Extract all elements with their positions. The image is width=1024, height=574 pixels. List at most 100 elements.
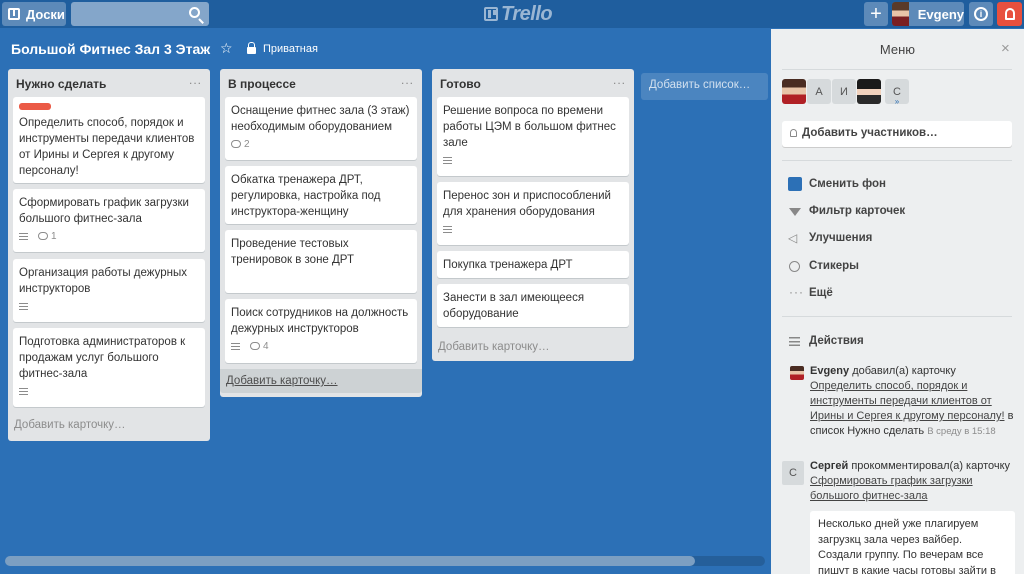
description-icon <box>443 156 452 166</box>
member-avatar-photo[interactable] <box>857 79 881 104</box>
activity-action: добавил(а) карточку <box>852 365 956 377</box>
list-menu-icon[interactable]: ... <box>189 73 202 87</box>
person-icon <box>790 129 797 137</box>
menu-item-powerups[interactable]: Улучшения <box>809 232 872 244</box>
menu-item-more[interactable]: Ещё <box>809 287 833 299</box>
more-dots-icon: ··· <box>789 285 804 299</box>
activity-avatar[interactable] <box>790 366 804 380</box>
activity-timestamp[interactable]: В среду в 15:18 <box>927 426 995 437</box>
menu-item-stickers[interactable]: Стикеры <box>809 260 859 272</box>
filter-icon <box>789 208 801 216</box>
megaphone-icon: ◁ <box>788 231 798 245</box>
user-menu-button[interactable]: Evgeny <box>892 2 964 26</box>
add-list-button[interactable]: Добавить список… <box>641 73 768 100</box>
trello-logo-icon <box>484 7 498 21</box>
activity-action: прокомментировал(а) карточку <box>851 460 1011 472</box>
activity-user[interactable]: Сергей <box>810 460 848 472</box>
card[interactable]: Решение вопроса по времени работы ЦЭМ в … <box>437 97 629 176</box>
activity-card-link[interactable]: Сформировать график загрузки большого фи… <box>810 475 973 502</box>
comment-icon <box>250 342 260 351</box>
notifications-button[interactable] <box>997 2 1022 26</box>
divider <box>782 160 1012 161</box>
horizontal-scrollbar-thumb[interactable] <box>5 556 695 566</box>
red-label <box>19 103 51 110</box>
card[interactable]: Перенос зон и приспособлений для хранени… <box>437 182 629 245</box>
card-title: Покупка тренажера ДРТ <box>443 259 573 271</box>
comment-count: 1 <box>51 231 57 242</box>
card[interactable]: Занести в зал имеющееся оборудование <box>437 284 629 327</box>
menu-item-change-background[interactable]: Сменить фон <box>809 178 886 190</box>
member-initial: С <box>893 85 901 98</box>
search-icon[interactable] <box>189 7 200 18</box>
activity-icon <box>789 337 800 346</box>
card-title: Оснащение фитнес зала (3 этаж) необходим… <box>231 105 410 133</box>
card[interactable]: Подготовка администраторов к продажам ус… <box>13 328 205 407</box>
add-card-link[interactable]: Добавить карточку… <box>14 419 126 431</box>
add-members-button[interactable]: Добавить участников… <box>782 121 1012 147</box>
board-menu-sidebar: Меню × А И С» Добавить участников… Смени… <box>771 29 1024 574</box>
card-title: Проведение тестовых тренировок в зоне ДР… <box>231 238 354 266</box>
add-button[interactable]: + <box>864 2 888 26</box>
card[interactable]: Покупка тренажера ДРТ <box>437 251 629 278</box>
menu-item-filter[interactable]: Фильтр карточек <box>809 205 905 217</box>
activity-user[interactable]: Evgeny <box>810 365 849 377</box>
trello-logo-text: Trello <box>501 2 553 25</box>
add-members-label: Добавить участников… <box>802 127 938 139</box>
boards-button[interactable]: Доски <box>2 2 66 26</box>
list-done: Готово ... Решение вопроса по времени ра… <box>432 69 634 361</box>
member-avatar[interactable]: А <box>807 79 831 104</box>
list-title[interactable]: Готово <box>440 77 481 91</box>
member-avatar[interactable]: И <box>832 79 856 104</box>
lock-icon <box>247 42 256 54</box>
info-button[interactable]: i <box>969 2 993 26</box>
admin-chevron-icon: » <box>894 97 900 106</box>
close-icon[interactable]: × <box>1001 40 1010 57</box>
activity-title: Действия <box>809 335 864 347</box>
list-todo: Нужно сделать ... Определить способ, пор… <box>8 69 210 441</box>
activity-comment: Несколько дней уже плагируем загрузкц за… <box>810 511 1015 574</box>
board-title[interactable]: Большой Фитнес Зал 3 Этаж <box>11 41 210 57</box>
card[interactable]: Определить способ, порядок и инструменты… <box>13 97 205 183</box>
description-icon <box>19 302 28 312</box>
bell-icon <box>1004 8 1015 20</box>
card[interactable]: Организация работы дежурных инструкторов <box>13 259 205 322</box>
description-icon <box>19 387 28 397</box>
sticker-icon <box>789 261 800 272</box>
info-icon: i <box>974 7 988 21</box>
menu-title: Меню <box>879 42 916 57</box>
add-card-link[interactable]: Добавить карточку… <box>220 369 422 393</box>
description-icon <box>19 232 28 242</box>
divider <box>782 69 1012 70</box>
activity-avatar[interactable]: С <box>782 461 804 485</box>
activity-entry: Evgeny добавил(а) карточку Определить сп… <box>810 364 1015 439</box>
card-title: Подготовка администраторов к продажам ус… <box>19 336 186 380</box>
list-menu-icon[interactable]: ... <box>401 73 414 87</box>
divider <box>782 316 1012 317</box>
card[interactable]: Оснащение фитнес зала (3 этаж) необходим… <box>225 97 417 160</box>
comment-count: 2 <box>244 139 250 150</box>
card-title: Занести в зал имеющееся оборудование <box>443 292 585 320</box>
visibility-label[interactable]: Приватная <box>263 43 318 55</box>
card[interactable]: Сформировать график загрузки большого фи… <box>13 189 205 252</box>
card[interactable]: Обкатка тренажера ДРТ, регулировка, наст… <box>225 166 417 224</box>
comment-count: 4 <box>263 341 269 352</box>
trello-logo[interactable]: Trello <box>484 2 553 25</box>
member-avatar-admin[interactable]: С» <box>885 79 909 106</box>
list-title[interactable]: В процессе <box>228 77 296 91</box>
list-menu-icon[interactable]: ... <box>613 73 626 87</box>
top-header: Доски Trello + Evgeny i <box>0 0 1024 28</box>
card-title: Обкатка тренажера ДРТ, регулировка, наст… <box>231 174 381 218</box>
member-avatar-evgeny[interactable] <box>782 79 806 104</box>
star-icon[interactable]: ☆ <box>220 40 233 57</box>
plus-icon: + <box>870 2 882 25</box>
list-title[interactable]: Нужно сделать <box>16 77 106 91</box>
description-icon <box>443 225 452 235</box>
activity-card-link[interactable]: Определить способ, порядок и инструменты… <box>810 380 1005 422</box>
description-icon <box>231 342 240 352</box>
add-card-link[interactable]: Добавить карточку… <box>438 341 550 353</box>
card-title: Организация работы дежурных инструкторов <box>19 267 187 295</box>
user-avatar <box>892 2 909 26</box>
card[interactable]: Поиск сотрудников на должность дежурных … <box>225 299 417 363</box>
card[interactable]: Проведение тестовых тренировок в зоне ДР… <box>225 230 417 293</box>
activity-entry: Сергей прокомментировал(а) карточку Сфор… <box>810 459 1015 504</box>
